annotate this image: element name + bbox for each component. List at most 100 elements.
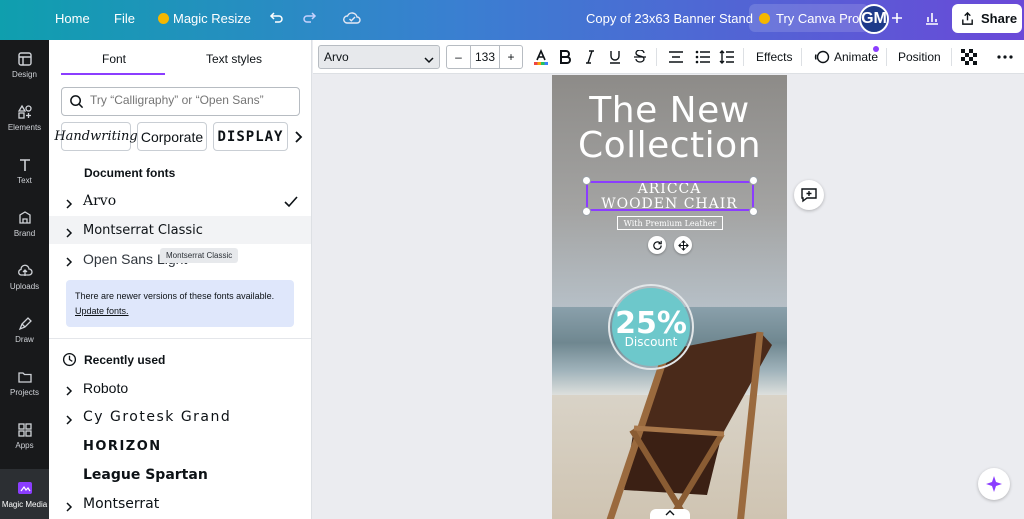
rail-item-brand[interactable]: Brand	[0, 199, 49, 249]
active-tab-indicator	[61, 73, 165, 75]
font-panel: Font Text styles Handwriting Corporate D…	[49, 40, 312, 519]
rail-item-design[interactable]: Design	[0, 40, 49, 90]
headline-line1[interactable]: The New	[552, 93, 787, 129]
list-icon[interactable]	[695, 46, 711, 68]
rail-item-draw[interactable]: Draw	[0, 305, 49, 355]
update-fonts-link[interactable]: Update fonts.	[75, 306, 129, 316]
resize-handle[interactable]	[749, 207, 758, 216]
rail-item-apps[interactable]: Apps	[0, 411, 49, 461]
document-title[interactable]: Copy of 23x63 Banner Stand	[586, 11, 753, 26]
italic-icon[interactable]	[585, 46, 595, 68]
rail-label: Draw	[15, 335, 34, 344]
recently-used-heading: Recently used	[84, 353, 166, 367]
underline-icon[interactable]	[609, 46, 621, 68]
clock-icon	[62, 352, 77, 372]
cloud-save-icon[interactable]	[343, 0, 361, 36]
selection-box[interactable]	[586, 181, 754, 211]
redo-icon[interactable]	[302, 0, 318, 36]
rail-label: Magic Media	[1, 500, 48, 509]
comment-add-icon	[801, 188, 817, 203]
rail-label: Apps	[15, 441, 34, 450]
magic-resize-button[interactable]: Magic Resize	[158, 0, 251, 36]
projects-icon	[17, 372, 32, 383]
font-row-cy-grotesk-grand[interactable]: Cy Grotesk Grand	[49, 403, 311, 431]
animate-button[interactable]: Animate	[814, 46, 878, 68]
search-input[interactable]	[90, 93, 290, 107]
text-color-button[interactable]	[532, 46, 550, 68]
font-row-league-spartan[interactable]: League Spartan	[49, 461, 311, 489]
chip-handwriting[interactable]: Handwriting	[54, 122, 138, 151]
chevron-right-icon[interactable]	[65, 225, 73, 243]
more-options-icon[interactable]	[997, 46, 1013, 68]
transparency-icon[interactable]	[961, 46, 977, 68]
font-row-horizon[interactable]: HORIZON	[49, 432, 311, 460]
top-bar: Home File Magic Resize Copy of 23x63 Ban…	[0, 0, 1024, 40]
font-search[interactable]	[61, 87, 300, 116]
resize-handle[interactable]	[749, 176, 758, 185]
text-toolbar: Arvo – 133 + Effects Animate Position	[313, 40, 1024, 74]
share-button[interactable]: Share	[952, 4, 1022, 33]
font-row-montserrat-classic[interactable]: Montserrat Classic	[49, 216, 311, 244]
resize-handle[interactable]	[582, 207, 591, 216]
font-name: HORIZON	[83, 438, 162, 454]
add-people-icon[interactable]	[890, 0, 904, 36]
font-row-arvo[interactable]: Arvo	[49, 187, 311, 215]
canva-assistant-button[interactable]	[978, 468, 1010, 500]
tab-text-styles[interactable]: Text styles	[206, 52, 262, 66]
file-menu[interactable]: File	[114, 0, 135, 36]
chip-corporate[interactable]: Corporate	[137, 122, 207, 151]
home-button[interactable]: Home	[55, 0, 90, 36]
position-button[interactable]: Position	[898, 46, 941, 68]
decrease-size-button[interactable]: –	[447, 46, 471, 68]
spacing-icon[interactable]	[719, 46, 735, 68]
increase-size-button[interactable]: +	[500, 46, 522, 68]
strikethrough-icon[interactable]	[634, 46, 646, 68]
rail-item-elements[interactable]: Elements	[0, 93, 49, 143]
rail-item-text[interactable]: Text	[0, 146, 49, 196]
divider	[49, 338, 311, 339]
discount-label[interactable]: Discount	[608, 335, 694, 349]
premium-label[interactable]: With Premium Leather	[617, 216, 723, 230]
chevron-right-icon[interactable]	[65, 254, 73, 272]
insights-icon[interactable]	[924, 0, 940, 36]
effects-button[interactable]: Effects	[756, 46, 792, 68]
panel-tabs: Font Text styles	[49, 40, 311, 76]
resize-handle[interactable]	[582, 176, 591, 185]
align-center-icon[interactable]	[668, 46, 684, 68]
left-rail: Design Elements Text Brand Uploads Draw …	[0, 40, 49, 519]
toolbar-divider	[886, 48, 887, 66]
chevron-right-icon[interactable]	[65, 383, 73, 401]
font-name: Roboto	[83, 380, 129, 396]
document-fonts-heading: Document fonts	[84, 166, 176, 180]
notice-text: There are newer versions of these fonts …	[75, 291, 275, 301]
toolbar-divider	[951, 48, 952, 66]
move-icon[interactable]	[674, 236, 692, 254]
font-family-dropdown[interactable]: Arvo	[318, 45, 440, 69]
show-pages-button[interactable]	[650, 509, 690, 519]
headline-line2[interactable]: Collection	[552, 128, 787, 164]
font-row-montserrat[interactable]: Montserrat	[49, 490, 311, 518]
chevron-right-icon[interactable]	[65, 499, 73, 517]
font-name: Arvo	[83, 193, 117, 209]
chip-display[interactable]: DISPLAY	[213, 122, 288, 151]
chevron-right-icon[interactable]	[65, 412, 73, 430]
toolbar-divider	[656, 48, 657, 66]
animate-icon	[814, 50, 830, 64]
tab-font[interactable]: Font	[102, 52, 126, 66]
avatar[interactable]: GM	[859, 4, 889, 34]
rail-item-projects[interactable]: Projects	[0, 358, 49, 408]
font-size-input[interactable]: 133	[471, 46, 500, 68]
try-canva-pro-button[interactable]: Try Canva Pro	[749, 4, 870, 32]
update-fonts-notice: There are newer versions of these fonts …	[66, 280, 294, 327]
undo-icon[interactable]	[268, 0, 284, 36]
chevron-right-icon[interactable]	[65, 196, 73, 214]
apps-icon	[17, 423, 32, 437]
bold-icon[interactable]	[559, 46, 571, 68]
draw-icon	[18, 317, 32, 331]
rail-item-uploads[interactable]: Uploads	[0, 252, 49, 302]
rail-item-magic-media[interactable]: Magic Media	[0, 469, 49, 519]
chevron-right-icon[interactable]	[293, 130, 303, 148]
rotate-icon[interactable]	[648, 236, 666, 254]
font-row-roboto[interactable]: Roboto	[49, 374, 311, 402]
add-comment-button[interactable]	[794, 180, 824, 210]
